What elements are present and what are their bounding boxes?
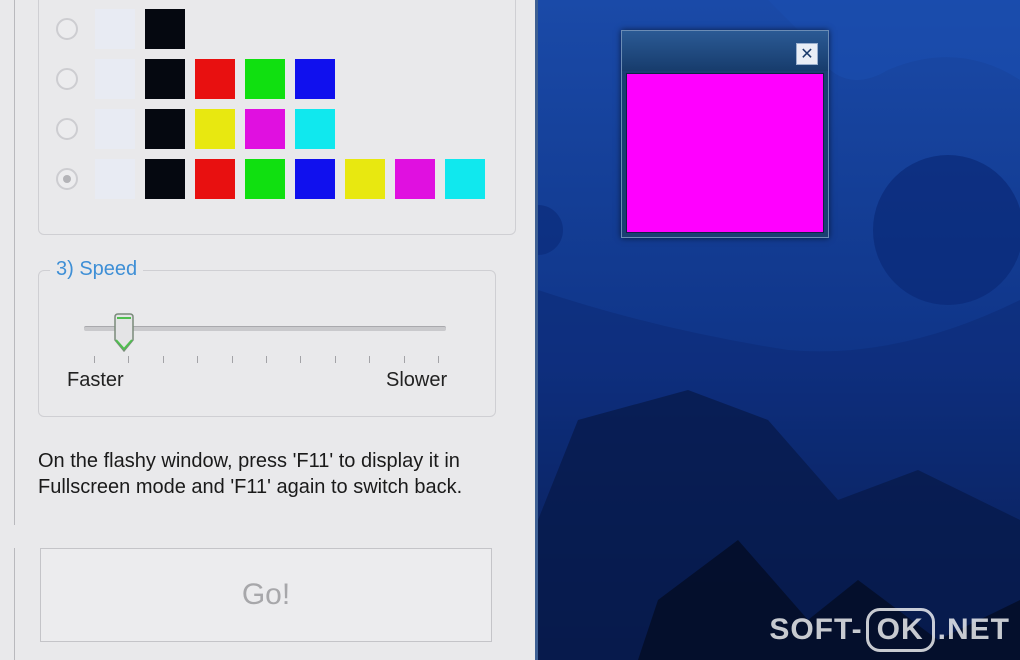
slider-tick xyxy=(94,356,95,363)
watermark-right: .NET xyxy=(937,613,1010,646)
watermark-boxed: OK xyxy=(865,608,935,652)
fullscreen-hint-text: On the flashy window, press 'F11' to dis… xyxy=(38,450,463,498)
palette-radio[interactable] xyxy=(56,168,78,190)
color-swatch xyxy=(195,109,235,149)
flash-color-area xyxy=(626,73,824,233)
palette-row[interactable] xyxy=(56,108,345,150)
slider-tick xyxy=(162,356,164,363)
color-swatch xyxy=(145,9,185,49)
slider-tick xyxy=(334,356,336,363)
color-swatch xyxy=(145,159,185,199)
palette-row[interactable] xyxy=(56,158,495,200)
close-icon[interactable]: ✕ xyxy=(796,43,818,65)
slider-tick xyxy=(231,356,233,363)
speed-group xyxy=(38,270,496,417)
go-button[interactable]: Go! xyxy=(40,548,492,642)
color-swatch xyxy=(95,9,135,49)
slider-tick xyxy=(300,356,302,363)
flash-window: ✕ xyxy=(621,30,829,238)
color-swatch xyxy=(295,59,335,99)
color-swatch xyxy=(245,159,285,199)
panel-edge-line-lower xyxy=(14,548,15,660)
speed-slider-thumb[interactable] xyxy=(113,313,135,353)
color-swatch xyxy=(195,59,235,99)
palette-row[interactable] xyxy=(56,58,345,100)
color-swatch xyxy=(145,109,185,149)
color-swatch xyxy=(145,59,185,99)
palette-row[interactable] xyxy=(56,8,195,50)
settings-panel: 3) Speed Faster Slower On the flashy win… xyxy=(0,0,535,660)
slider-tick xyxy=(438,356,439,363)
speed-legend: 3) Speed xyxy=(50,258,144,281)
color-swatch xyxy=(245,59,285,99)
color-swatch xyxy=(295,159,335,199)
slider-tick xyxy=(266,356,267,363)
palette-radio[interactable] xyxy=(56,118,78,140)
watermark-left: SOFT- xyxy=(769,613,863,646)
slider-tick xyxy=(197,356,199,363)
slower-label: Slower xyxy=(386,369,448,391)
color-swatch xyxy=(295,109,335,149)
color-swatch xyxy=(345,159,385,199)
watermark: SOFT- OK .NET xyxy=(769,608,1010,652)
faster-label: Faster xyxy=(67,369,124,391)
palette-radio[interactable] xyxy=(56,18,78,40)
color-swatch xyxy=(95,59,135,99)
color-swatch xyxy=(445,159,485,199)
color-swatch xyxy=(395,159,435,199)
panel-edge-line xyxy=(14,0,15,525)
color-swatch xyxy=(95,109,135,149)
slider-tick xyxy=(369,356,371,363)
color-swatch xyxy=(195,159,235,199)
color-swatch xyxy=(95,159,135,199)
color-swatch xyxy=(245,109,285,149)
slider-tick xyxy=(128,356,130,363)
palette-radio[interactable] xyxy=(56,68,78,90)
slider-tick xyxy=(403,356,405,363)
speed-slider-track[interactable] xyxy=(84,326,446,331)
